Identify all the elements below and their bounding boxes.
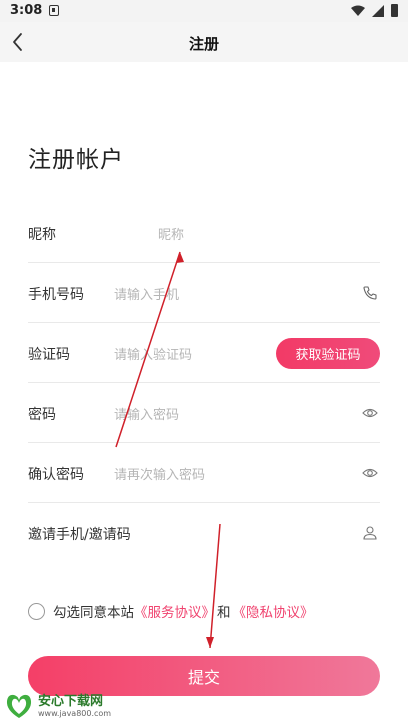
status-bar: 3:08 xyxy=(0,0,408,22)
invite-label: 邀请手机/邀请码 xyxy=(28,527,131,543)
agreement: 勾选同意本站 《服务协议》 和 《隐私协议》 xyxy=(28,601,314,621)
watermark-name: 安心下载网 xyxy=(38,693,104,709)
agreement-checkbox[interactable] xyxy=(28,602,45,620)
battery-icon xyxy=(391,4,398,17)
invite-row: 邀请手机/邀请码 xyxy=(28,503,380,563)
password-row: 密码 请输入密码 xyxy=(28,383,380,443)
agreement-and: 和 xyxy=(217,605,231,621)
confirm-password-label: 确认密码 xyxy=(28,467,84,483)
submit-button[interactable]: 提交 xyxy=(28,656,380,696)
agreement-prefix: 勾选同意本站 xyxy=(53,605,134,621)
person-icon xyxy=(363,526,377,540)
cellular-icon xyxy=(372,4,384,17)
page-title: 注册帐户 xyxy=(28,147,124,173)
watermark-logo-icon xyxy=(6,694,32,718)
password-label: 密码 xyxy=(28,407,56,423)
status-time: 3:08 xyxy=(10,3,43,18)
system-icons xyxy=(351,4,398,17)
phone-row: 手机号码 请输入手机 xyxy=(28,263,380,323)
service-agreement-link[interactable]: 《服务协议》 xyxy=(134,601,215,621)
privacy-agreement-link[interactable]: 《隐私协议》 xyxy=(233,601,314,621)
eye-icon[interactable] xyxy=(362,405,378,421)
nav-bar: 注册 xyxy=(0,22,408,62)
nickname-row: 昵称 昵称 xyxy=(28,203,380,263)
wifi-icon xyxy=(351,5,365,16)
code-row: 验证码 请输入验证码 获取验证码 xyxy=(28,323,380,383)
password-input[interactable]: 请输入密码 xyxy=(114,404,179,423)
confirm-password-row: 确认密码 请再次输入密码 xyxy=(28,443,380,503)
phone-label: 手机号码 xyxy=(28,287,84,303)
code-label: 验证码 xyxy=(28,347,70,363)
watermark-url: www.java800.com xyxy=(38,708,112,718)
phone-icon xyxy=(363,286,377,300)
nickname-label: 昵称 xyxy=(28,227,56,243)
nickname-input[interactable]: 昵称 xyxy=(158,224,184,243)
annotation-arrowhead-submit xyxy=(206,637,214,648)
phone-input[interactable]: 请输入手机 xyxy=(114,284,179,303)
watermark: 安心下载网 www.java800.com xyxy=(4,692,111,720)
confirm-password-input[interactable]: 请再次输入密码 xyxy=(114,464,205,483)
code-input[interactable]: 请输入验证码 xyxy=(114,344,192,363)
notification-icon xyxy=(49,5,59,16)
nav-title: 注册 xyxy=(188,35,219,53)
eye-icon[interactable] xyxy=(362,465,378,481)
get-code-button[interactable]: 获取验证码 xyxy=(276,338,380,369)
